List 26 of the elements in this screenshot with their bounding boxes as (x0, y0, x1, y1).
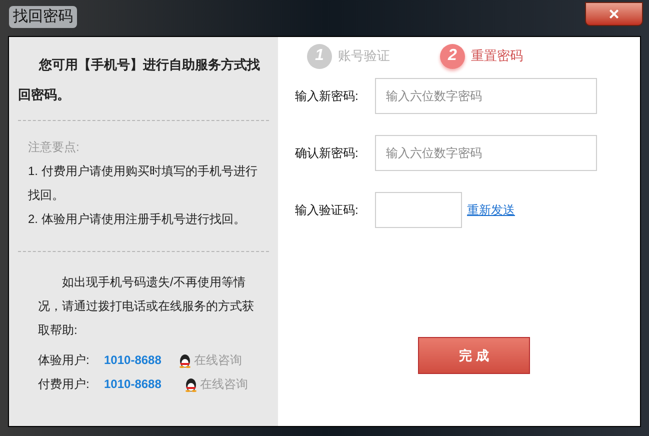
submit-button[interactable]: 完 成 (418, 337, 530, 374)
penguin-icon (184, 376, 198, 392)
password-field[interactable]: 输入六位数字密码 (375, 135, 597, 171)
step-number-icon: 2 (440, 44, 465, 68)
close-button[interactable]: × (585, 2, 643, 26)
password-field[interactable]: 输入六位数字密码 (375, 78, 597, 114)
intro-text: 您可用【手机号】进行自助服务方式找回密码。 (18, 56, 261, 104)
note-text: 2. 体验用户请使用注册手机号进行找回。 (27, 211, 246, 228)
field-label: 确认新密码: (295, 145, 360, 162)
note-text: 1. 付费用户请使用购买时填写的手机号进行找回。 (27, 163, 258, 204)
resend-link[interactable]: 重新发送 (467, 201, 515, 219)
user-type-label: 体验用户: (38, 352, 90, 369)
penguin-icon (178, 352, 192, 368)
notes-title: 注意要点: (27, 139, 80, 156)
field-label: 输入新密码: (295, 88, 360, 105)
online-consult-link[interactable]: 在线咨询 (194, 351, 242, 369)
window-title: 找回密码 (9, 6, 77, 28)
phone-number: 1010-8688 (104, 352, 162, 369)
help-text: 如出现手机号码遗失/不再使用等情况，请通过拨打电话或在线服务的方式获取帮助: (37, 274, 255, 339)
online-consult-link[interactable]: 在线咨询 (200, 375, 248, 393)
code-field[interactable] (375, 192, 462, 228)
phone-number: 1010-8688 (104, 376, 162, 393)
step-label: 账号验证 (338, 47, 390, 66)
step-label: 重置密码 (471, 47, 523, 66)
user-type-label: 付费用户: (38, 376, 90, 393)
field-label: 输入验证码: (295, 202, 360, 219)
